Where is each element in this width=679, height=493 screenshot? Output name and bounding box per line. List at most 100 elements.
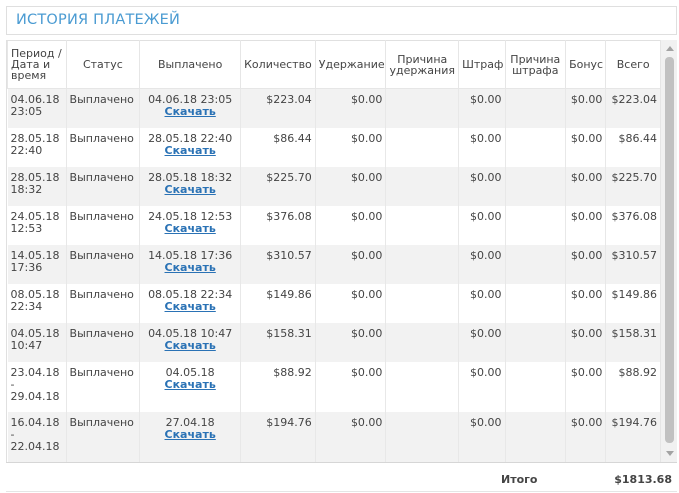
cell-status: Выплачено [66, 88, 141, 128]
cell-amount: $376.08 [240, 205, 316, 245]
cell-period: 24.05.18 12:53 [7, 205, 67, 245]
column-header-hold[interactable]: Удержание [314, 40, 387, 89]
cell-bonus: $0.00 [565, 127, 607, 167]
footer-total-label: Итого [501, 473, 538, 486]
cell-amount: $223.04 [240, 88, 316, 128]
cell-total: $310.57 [605, 244, 660, 284]
table-row: 04.06.18 23:05 Выплачено 04.06.18 23:05 С… [7, 88, 660, 128]
cell-period: 23.04.18 - 29.04.18 [7, 361, 67, 412]
column-header-fine-reason[interactable]: Причина штрафа [504, 40, 567, 89]
cell-total: $194.76 [605, 411, 660, 462]
download-link[interactable]: Скачать [165, 339, 216, 352]
cell-fine-reason [505, 88, 567, 128]
cell-total: $88.92 [605, 361, 660, 412]
cell-status: Выплачено [66, 283, 141, 323]
cell-hold: $0.00 [315, 322, 387, 362]
footer-total-value: $1813.68 [614, 473, 672, 486]
vertical-scrollbar[interactable] [660, 40, 677, 462]
cell-fine: $0.00 [458, 411, 506, 462]
download-link[interactable]: Скачать [165, 222, 216, 235]
cell-hold-reason [385, 283, 460, 323]
cell-fine-reason [505, 411, 567, 462]
cell-bonus: $0.00 [565, 205, 607, 245]
column-header-total[interactable]: Всего [605, 40, 660, 89]
cell-fine-reason [505, 322, 567, 362]
cell-paid: 28.05.18 22:40 Скачать [139, 127, 242, 167]
column-header-hold-reason[interactable]: Причина удержания [385, 40, 460, 89]
column-header-period[interactable]: Период / Дата и время [7, 40, 67, 89]
table-row: 16.04.18 - 22.04.18 Выплачено 27.04.18 Ск… [7, 411, 660, 462]
cell-hold-reason [385, 361, 460, 412]
download-link[interactable]: Скачать [165, 261, 216, 274]
cell-amount: $225.70 [240, 166, 316, 206]
cell-status: Выплачено [66, 361, 141, 412]
cell-status: Выплачено [66, 127, 141, 167]
download-link[interactable]: Скачать [165, 378, 216, 391]
cell-bonus: $0.00 [565, 361, 607, 412]
cell-hold: $0.00 [315, 88, 387, 128]
download-link[interactable]: Скачать [165, 144, 216, 157]
cell-bonus: $0.00 [565, 322, 607, 362]
cell-amount: $194.76 [240, 411, 316, 462]
payments-table-container[interactable]: Период / Дата и время Статус Выплачено К… [6, 40, 660, 462]
cell-hold-reason [385, 322, 460, 362]
download-link[interactable]: Скачать [165, 300, 216, 313]
cell-hold-reason [385, 205, 460, 245]
cell-paid: 14.05.18 17:36 Скачать [139, 244, 242, 284]
page-title-text: ИСТОРИЯ ПЛАТЕЖЕЙ [16, 12, 181, 28]
cell-paid: 24.05.18 12:53 Скачать [139, 205, 242, 245]
scrollbar-thumb[interactable] [665, 57, 674, 443]
download-link[interactable]: Скачать [165, 428, 216, 441]
download-link[interactable]: Скачать [165, 105, 216, 118]
column-header-amount[interactable]: Количество [240, 40, 316, 89]
cell-fine-reason [505, 127, 567, 167]
cell-status: Выплачено [66, 411, 141, 462]
cell-fine-reason [505, 283, 567, 323]
column-header-bonus[interactable]: Бонус [565, 40, 607, 89]
table-row: 23.04.18 - 29.04.18 Выплачено 04.05.18 Ск… [7, 361, 660, 412]
cell-total: $149.86 [605, 283, 660, 323]
cell-total: $86.44 [605, 127, 660, 167]
cell-bonus: $0.00 [565, 244, 607, 284]
table-row: 14.05.18 17:36 Выплачено 14.05.18 17:36 С… [7, 244, 660, 284]
cell-hold: $0.00 [315, 166, 387, 206]
cell-fine: $0.00 [458, 244, 506, 284]
cell-period: 28.05.18 22:40 [7, 127, 67, 167]
cell-period: 14.05.18 17:36 [7, 244, 67, 284]
cell-hold: $0.00 [315, 283, 387, 323]
cell-bonus: $0.00 [565, 88, 607, 128]
table-row: 08.05.18 22:34 Выплачено 08.05.18 22:34 С… [7, 283, 660, 323]
cell-total: $225.70 [605, 166, 660, 206]
table-row: 28.05.18 18:32 Выплачено 28.05.18 18:32 С… [7, 166, 660, 206]
column-header-fine[interactable]: Штраф [458, 40, 506, 89]
cell-fine-reason [505, 361, 567, 412]
table-row: 28.05.18 22:40 Выплачено 28.05.18 22:40 С… [7, 127, 660, 167]
cell-paid: 04.05.18 Скачать [139, 361, 242, 412]
cell-period: 04.05.18 10:47 [7, 322, 67, 362]
scroll-up-arrow-icon[interactable] [666, 46, 674, 51]
download-link[interactable]: Скачать [165, 183, 216, 196]
table-header-row: Период / Дата и время Статус Выплачено К… [7, 40, 660, 89]
column-header-paid[interactable]: Выплачено [139, 40, 242, 89]
scroll-down-arrow-icon[interactable] [666, 451, 674, 456]
cell-period: 08.05.18 22:34 [7, 283, 67, 323]
cell-hold: $0.00 [315, 244, 387, 284]
cell-paid: 28.05.18 18:32 Скачать [139, 166, 242, 206]
cell-paid: 08.05.18 22:34 Скачать [139, 283, 242, 323]
cell-amount: $86.44 [240, 127, 316, 167]
cell-hold-reason [385, 166, 460, 206]
cell-hold-reason [385, 127, 460, 167]
cell-period: 16.04.18 - 22.04.18 [7, 411, 67, 462]
cell-paid: 27.04.18 Скачать [139, 411, 242, 462]
cell-amount: $158.31 [240, 322, 316, 362]
payments-table: Период / Дата и время Статус Выплачено К… [7, 40, 660, 462]
cell-bonus: $0.00 [565, 283, 607, 323]
column-header-status[interactable]: Статус [65, 40, 141, 89]
cell-amount: $310.57 [240, 244, 316, 284]
cell-fine: $0.00 [458, 88, 506, 128]
cell-total: $158.31 [605, 322, 660, 362]
cell-fine: $0.00 [458, 166, 506, 206]
cell-hold-reason [385, 411, 460, 462]
cell-fine-reason [505, 166, 567, 206]
cell-fine: $0.00 [458, 283, 506, 323]
